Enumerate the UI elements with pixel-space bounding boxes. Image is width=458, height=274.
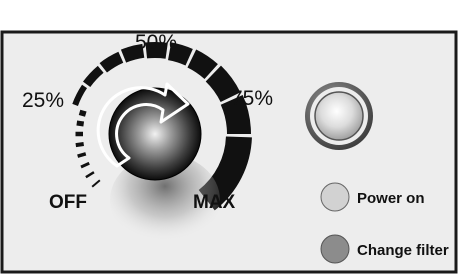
power-on-label: Power on — [357, 190, 425, 207]
control-panel: 50% 25% 75% OFF MAX Power on Change filt… — [0, 30, 458, 274]
scale-label-max: MAX — [193, 192, 236, 213]
push-button[interactable] — [314, 91, 364, 141]
scale-tick — [75, 142, 84, 148]
scale-tick — [78, 109, 87, 117]
scale-label-25: 25% — [22, 89, 64, 112]
scale-label-75: 75% — [231, 87, 273, 110]
power-on-indicator-light — [320, 182, 350, 212]
scale-tick — [77, 152, 87, 158]
change-filter-label: Change filter — [357, 242, 449, 259]
scale-tick — [76, 120, 85, 127]
scale-label-off: OFF — [49, 192, 87, 213]
scale-label-50: 50% — [135, 31, 177, 54]
change-filter-indicator-light — [320, 234, 350, 264]
